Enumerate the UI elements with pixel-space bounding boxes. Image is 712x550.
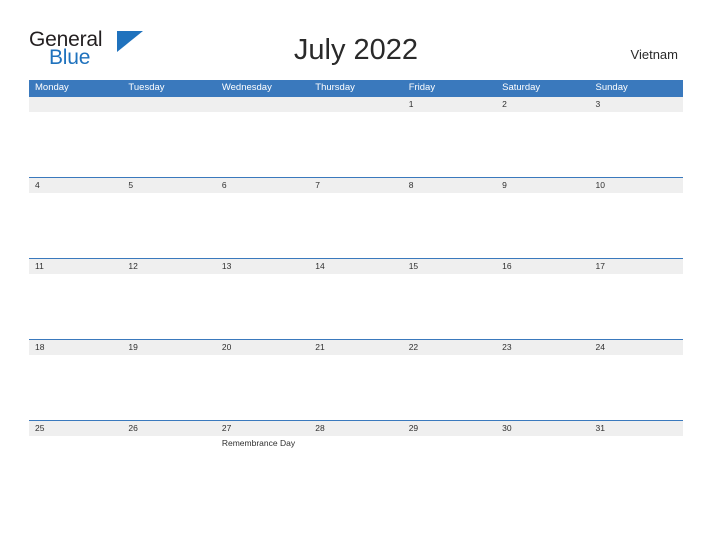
day-event-cell[interactable] (122, 355, 215, 420)
week-date-band: 11 12 13 14 15 16 17 (29, 259, 683, 274)
week-event-band (29, 274, 683, 339)
day-event-cell[interactable] (122, 193, 215, 258)
calendar-week-row: 18 19 20 21 22 23 24 (29, 339, 683, 420)
day-event-cell[interactable] (29, 436, 122, 501)
day-number[interactable]: 4 (29, 178, 122, 193)
day-event-cell[interactable] (309, 112, 402, 177)
day-event-cell[interactable] (122, 112, 215, 177)
day-number[interactable]: 16 (496, 259, 589, 274)
day-number[interactable]: 6 (216, 178, 309, 193)
day-number[interactable]: 14 (309, 259, 402, 274)
calendar-week-row: 1 2 3 (29, 96, 683, 177)
weekday-header-sunday: Sunday (595, 82, 628, 93)
day-number[interactable]: 9 (496, 178, 589, 193)
day-number[interactable]: 12 (122, 259, 215, 274)
page-header: General Blue July 2022 Vietnam (0, 0, 712, 80)
day-event-cell[interactable] (216, 112, 309, 177)
day-event-cell[interactable] (590, 112, 683, 177)
day-number[interactable]: 28 (309, 421, 402, 436)
day-number[interactable]: 7 (309, 178, 402, 193)
day-number[interactable]: 11 (29, 259, 122, 274)
day-number[interactable]: 21 (309, 340, 402, 355)
day-event-cell[interactable] (309, 274, 402, 339)
day-event-cell[interactable] (496, 436, 589, 501)
day-event-cell[interactable] (309, 355, 402, 420)
weekday-header-wednesday: Wednesday (221, 82, 272, 93)
day-number[interactable] (29, 97, 122, 112)
day-event-cell[interactable] (590, 193, 683, 258)
day-event-cell[interactable] (29, 355, 122, 420)
day-number[interactable]: 27 (216, 421, 309, 436)
day-number[interactable]: 13 (216, 259, 309, 274)
week-date-band: 18 19 20 21 22 23 24 (29, 340, 683, 355)
day-event-cell[interactable] (216, 355, 309, 420)
day-event-cell[interactable] (403, 355, 496, 420)
day-number[interactable] (216, 97, 309, 112)
day-number[interactable]: 23 (496, 340, 589, 355)
day-number[interactable]: 29 (403, 421, 496, 436)
day-event-cell[interactable] (590, 355, 683, 420)
day-event-cell[interactable] (122, 436, 215, 501)
day-number[interactable]: 26 (122, 421, 215, 436)
day-event-cell[interactable] (403, 436, 496, 501)
day-number[interactable] (309, 97, 402, 112)
weekday-header-thursday: Thursday (315, 82, 355, 93)
day-event-cell[interactable] (29, 193, 122, 258)
week-event-band (29, 355, 683, 420)
week-date-band: 4 5 6 7 8 9 10 (29, 178, 683, 193)
day-event-cell[interactable] (590, 274, 683, 339)
day-number[interactable]: 31 (590, 421, 683, 436)
weekday-header-saturday: Saturday (502, 82, 541, 93)
weekday-header-monday: Monday (35, 82, 69, 93)
day-number[interactable]: 3 (590, 97, 683, 112)
weekday-header-tuesday: Tuesday (128, 82, 165, 93)
calendar-page: General Blue July 2022 Vietnam Monday Tu… (0, 0, 712, 550)
day-number[interactable]: 20 (216, 340, 309, 355)
weekday-header-friday: Friday (408, 82, 436, 93)
day-number[interactable]: 24 (590, 340, 683, 355)
day-event-cell[interactable] (496, 355, 589, 420)
day-number[interactable]: 15 (403, 259, 496, 274)
day-event-cell[interactable] (309, 436, 402, 501)
region-label: Vietnam (630, 47, 678, 62)
page-title: July 2022 (293, 34, 419, 66)
day-number[interactable]: 18 (29, 340, 122, 355)
calendar-week-row: 4 5 6 7 8 9 10 (29, 177, 683, 258)
day-event-cell[interactable] (216, 193, 309, 258)
day-number[interactable]: 19 (122, 340, 215, 355)
day-event-cell[interactable] (29, 112, 122, 177)
week-date-band: 1 2 3 (29, 97, 683, 112)
day-number[interactable]: 8 (403, 178, 496, 193)
day-event-cell[interactable] (496, 112, 589, 177)
day-event-cell[interactable] (29, 274, 122, 339)
calendar-week-row: 11 12 13 14 15 16 17 (29, 258, 683, 339)
day-number[interactable]: 1 (403, 97, 496, 112)
calendar-week-row: 25 26 27 28 29 30 31 Remembrance Day (29, 420, 683, 501)
day-event-cell[interactable] (590, 436, 683, 501)
day-event-cell[interactable] (403, 274, 496, 339)
day-event-cell[interactable] (309, 193, 402, 258)
day-event-cell[interactable] (122, 274, 215, 339)
day-event-cell[interactable] (496, 274, 589, 339)
day-number[interactable]: 17 (590, 259, 683, 274)
day-number[interactable]: 5 (122, 178, 215, 193)
day-number[interactable]: 30 (496, 421, 589, 436)
event-label: Remembrance Day (221, 438, 296, 448)
weekday-header-row: Monday Tuesday Wednesday Thursday Friday… (29, 80, 683, 96)
week-event-band: Remembrance Day (29, 436, 683, 501)
day-number[interactable]: 2 (496, 97, 589, 112)
week-event-band (29, 112, 683, 177)
day-number[interactable] (122, 97, 215, 112)
week-event-band (29, 193, 683, 258)
day-event-cell[interactable] (496, 193, 589, 258)
day-event-cell[interactable] (403, 193, 496, 258)
day-number[interactable]: 25 (29, 421, 122, 436)
day-event-cell[interactable] (403, 112, 496, 177)
calendar-grid: Monday Tuesday Wednesday Thursday Friday… (29, 80, 683, 501)
day-event-cell[interactable]: Remembrance Day (216, 436, 309, 501)
day-number[interactable]: 10 (590, 178, 683, 193)
day-number[interactable]: 22 (403, 340, 496, 355)
day-event-cell[interactable] (216, 274, 309, 339)
week-date-band: 25 26 27 28 29 30 31 (29, 421, 683, 436)
